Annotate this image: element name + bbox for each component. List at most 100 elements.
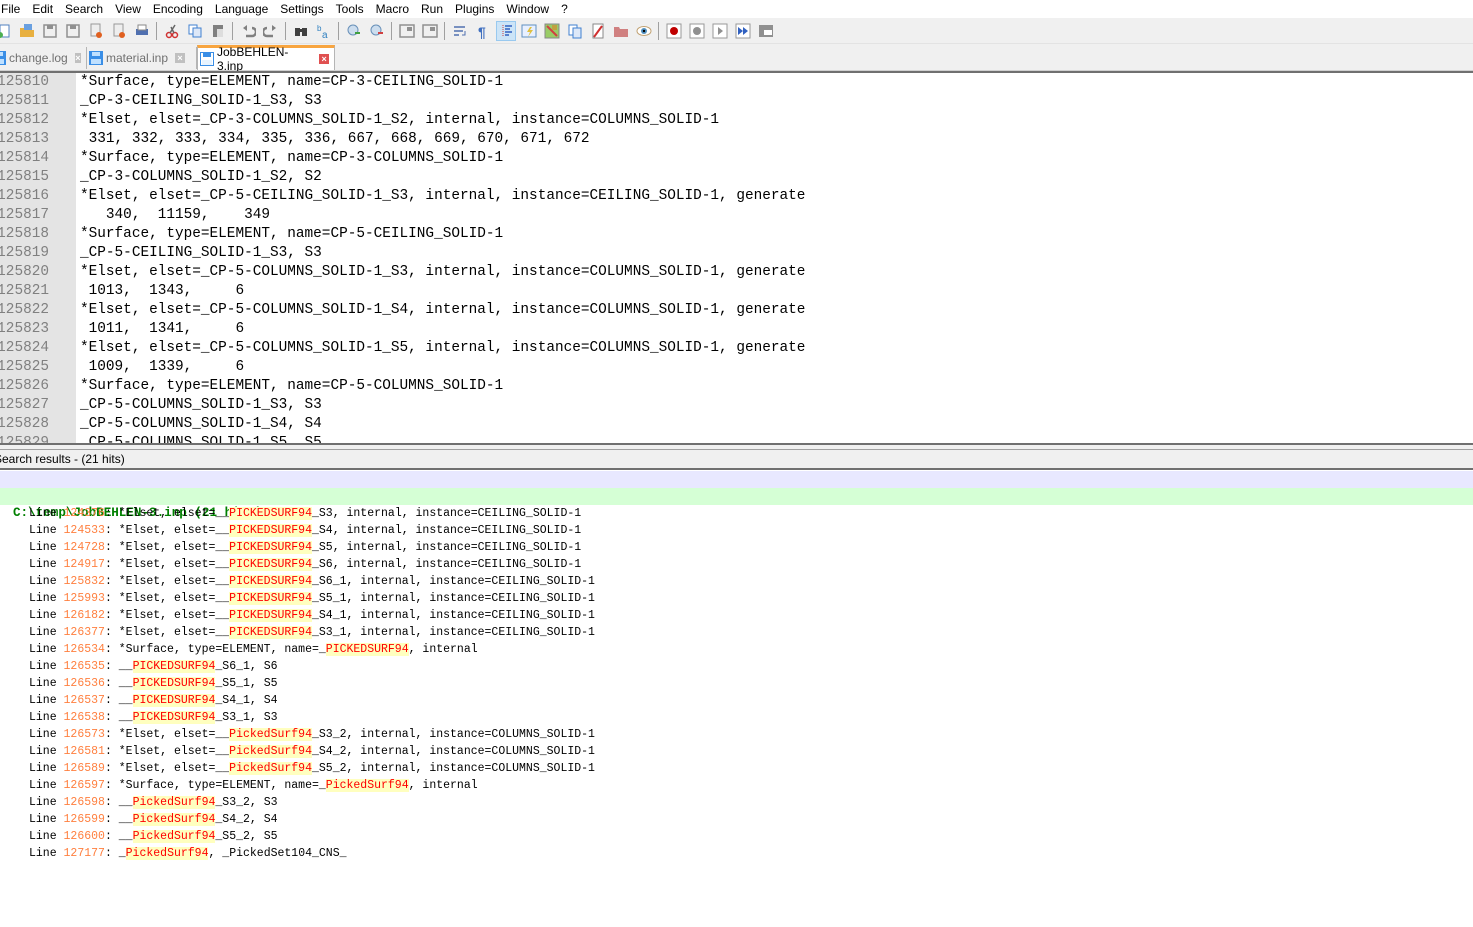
menu-run[interactable]: Run — [415, 0, 449, 18]
zoom-in-button[interactable] — [344, 21, 364, 41]
search-hit-row[interactable]: Line 124728: *Elset, elset=__PICKEDSURF9… — [29, 539, 581, 556]
search-hit-row[interactable]: Line 126377: *Elset, elset=__PICKEDSURF9… — [29, 624, 595, 641]
folder-as-workspace-button[interactable] — [611, 21, 631, 41]
close-tab-icon[interactable]: × — [74, 53, 81, 63]
sync-horizontal-button[interactable] — [420, 21, 440, 41]
search-hit-row[interactable]: Line 126597: *Surface, type=ELEMENT, nam… — [29, 777, 478, 794]
code-line[interactable]: 125825 1009, 1339, 6 — [0, 358, 1473, 377]
open-file-button[interactable] — [17, 21, 37, 41]
redo-button[interactable] — [261, 21, 281, 41]
code-line[interactable]: 125811 _CP-3-CEILING_SOLID-1_S3, S3 — [0, 92, 1473, 111]
menu-tools[interactable]: Tools — [330, 0, 370, 18]
search-hit-row[interactable]: Line 126536: __PICKEDSURF94_S5_1, S5 — [29, 675, 278, 692]
search-hit-row[interactable]: Line 126589: *Elset, elset=__PickedSurf9… — [29, 760, 595, 777]
stop-recording-button[interactable] — [687, 21, 707, 41]
search-hit-row[interactable]: Line 126600: __PickedSurf94_S5_2, S5 — [29, 828, 278, 845]
search-hit-row[interactable]: Line 126581: *Elset, elset=__PickedSurf9… — [29, 743, 595, 760]
search-hit-row[interactable]: Line 126537: __PICKEDSURF94_S4_1, S4 — [29, 692, 278, 709]
close-tab-icon[interactable]: × — [319, 54, 329, 64]
code-line[interactable]: 125819 _CP-5-CEILING_SOLID-1_S3, S3 — [0, 244, 1473, 263]
find-button[interactable] — [291, 21, 311, 41]
search-hit-row[interactable]: Line 127177: _PickedSurf94, _PickedSet10… — [29, 845, 347, 862]
search-file-header[interactable]: C:\temp\JobBEHLEN-3.inp (21 hits) — [0, 488, 1473, 520]
hit-match-highlight: PICKEDSURF94 — [132, 677, 216, 690]
search-hit-row[interactable]: Line 126182: *Elset, elset=__PICKEDSURF9… — [29, 607, 595, 624]
code-line[interactable]: 125817 340, 11159, 349 — [0, 206, 1473, 225]
menu-macro[interactable]: Macro — [370, 0, 415, 18]
playback-macro-button[interactable] — [710, 21, 730, 41]
code-line[interactable]: 125822 *Elset, elset=_CP-5-COLUMNS_SOLID-… — [0, 301, 1473, 320]
code-line[interactable]: 125818 *Surface, type=ELEMENT, name=CP-5-… — [0, 225, 1473, 244]
word-wrap-button[interactable] — [450, 21, 470, 41]
menu-edit[interactable]: Edit — [26, 0, 59, 18]
tab-material-inp[interactable]: material.inp × — [87, 47, 197, 69]
sync-vertical-button[interactable] — [397, 21, 417, 41]
tab-jobbehlen-3-inp[interactable]: JobBEHLEN-3.inp × — [197, 45, 335, 73]
new-file-button[interactable] — [0, 21, 14, 41]
menu-search[interactable]: Search — [59, 0, 109, 18]
search-query-header[interactable]: Search "Pickedsurf94" (21 hits in 1 file… — [0, 471, 1473, 503]
search-hit-row[interactable]: Line 125832: *Elset, elset=__PICKEDSURF9… — [29, 573, 595, 590]
print-button[interactable] — [132, 21, 152, 41]
panel-splitter[interactable] — [0, 443, 1473, 450]
code-line[interactable]: 125814 *Surface, type=ELEMENT, name=CP-3-… — [0, 149, 1473, 168]
code-line[interactable]: 125812 *Elset, elset=_CP-3-COLUMNS_SOLID-… — [0, 111, 1473, 130]
code-line[interactable]: 125827 _CP-5-COLUMNS_SOLID-1_S3, S3 — [0, 396, 1473, 415]
code-line[interactable]: 125828 _CP-5-COLUMNS_SOLID-1_S4, S4 — [0, 415, 1473, 434]
replace-button[interactable]: ba — [314, 21, 334, 41]
code-line[interactable]: 125824 *Elset, elset=_CP-5-COLUMNS_SOLID-… — [0, 339, 1473, 358]
cut-button[interactable] — [162, 21, 182, 41]
menu-help[interactable]: ? — [555, 0, 574, 18]
copy-button[interactable] — [185, 21, 205, 41]
zoom-out-button[interactable] — [367, 21, 387, 41]
menu-language[interactable]: Language — [209, 0, 274, 18]
code-line[interactable]: 125816 *Elset, elset=_CP-5-CEILING_SOLID-… — [0, 187, 1473, 206]
run-macro-multiple-button[interactable] — [733, 21, 753, 41]
search-hit-row[interactable]: Line 126538: __PICKEDSURF94_S3_1, S3 — [29, 709, 278, 726]
code-line[interactable]: 125810 *Surface, type=ELEMENT, name=CP-3-… — [0, 73, 1473, 92]
show-all-chars-button[interactable]: ¶ — [473, 21, 493, 41]
menu-file[interactable]: File — [0, 0, 26, 18]
document-list-button[interactable] — [565, 21, 585, 41]
code-line[interactable]: 125813 331, 332, 333, 334, 335, 336, 667… — [0, 130, 1473, 149]
save-all-button[interactable] — [63, 21, 83, 41]
code-editor[interactable]: 125810 *Surface, type=ELEMENT, name=CP-3-… — [0, 71, 1473, 445]
code-line[interactable]: 125826 *Surface, type=ELEMENT, name=CP-5-… — [0, 377, 1473, 396]
user-defined-language-button[interactable] — [519, 21, 539, 41]
search-results-panel[interactable]: Search "Pickedsurf94" (21 hits in 1 file… — [0, 471, 1473, 927]
search-hit-row[interactable]: Line 126599: __PickedSurf94_S4_2, S4 — [29, 811, 278, 828]
code-line[interactable]: 125823 1011, 1341, 6 — [0, 320, 1473, 339]
menu-plugins[interactable]: Plugins — [449, 0, 500, 18]
document-map-button[interactable] — [542, 21, 562, 41]
save-button[interactable] — [40, 21, 60, 41]
search-hit-row[interactable]: Line 124533: *Elset, elset=__PICKEDSURF9… — [29, 522, 581, 539]
menu-encoding[interactable]: Encoding — [147, 0, 209, 18]
code-line[interactable]: 125820 *Elset, elset=_CP-5-COLUMNS_SOLID-… — [0, 263, 1473, 282]
record-macro-button[interactable] — [664, 21, 684, 41]
search-hit-row[interactable]: Line 126573: *Elset, elset=__PickedSurf9… — [29, 726, 595, 743]
indent-guide-button[interactable] — [495, 20, 516, 41]
tab-change-log[interactable]: change.log × — [0, 47, 87, 69]
hit-match-highlight: PickedSurf94 — [132, 796, 216, 809]
search-hit-row[interactable]: Line 124917: *Elset, elset=__PICKEDSURF9… — [29, 556, 581, 573]
close-button[interactable] — [86, 21, 106, 41]
search-hit-row[interactable]: Line 126535: __PICKEDSURF94_S6_1, S6 — [29, 658, 278, 675]
close-all-button[interactable] — [109, 21, 129, 41]
undo-button[interactable] — [238, 21, 258, 41]
code-line[interactable]: 125821 1013, 1343, 6 — [0, 282, 1473, 301]
search-hit-row[interactable]: Line 126534: *Surface, type=ELEMENT, nam… — [29, 641, 478, 658]
tab-label: material.inp — [106, 51, 169, 65]
menu-settings[interactable]: Settings — [274, 0, 329, 18]
monitoring-button[interactable] — [634, 21, 654, 41]
search-hit-row[interactable]: Line 126598: __PickedSurf94_S3_2, S3 — [29, 794, 278, 811]
menu-window[interactable]: Window — [500, 0, 555, 18]
function-list-button[interactable] — [588, 21, 608, 41]
hit-colon: : — [104, 609, 119, 622]
close-tab-icon[interactable]: × — [175, 53, 186, 63]
code-line[interactable]: 125815 _CP-3-COLUMNS_SOLID-1_S2, S2 — [0, 168, 1473, 187]
paste-button[interactable] — [208, 21, 228, 41]
search-hit-row[interactable]: Line 125993: *Elset, elset=__PICKEDSURF9… — [29, 590, 595, 607]
save-macro-button[interactable] — [756, 21, 776, 41]
search-hit-row[interactable]: Line 124376: *Elset, elset=__PICKEDSURF9… — [29, 505, 581, 522]
menu-view[interactable]: View — [109, 0, 147, 18]
